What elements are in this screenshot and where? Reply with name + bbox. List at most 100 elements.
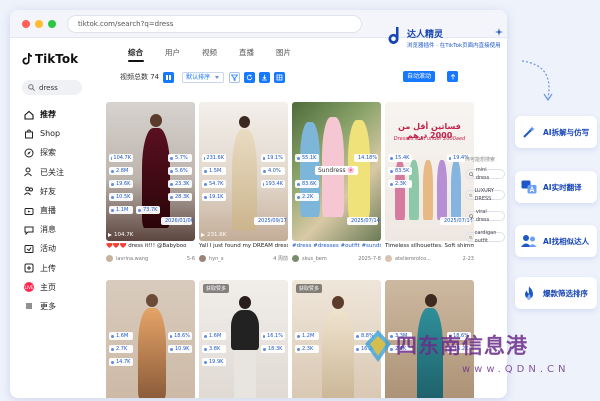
view-count: 104.7K — [108, 232, 133, 238]
refresh-button[interactable] — [244, 71, 256, 83]
feature-ai-similar[interactable]: AI找相似达人 — [515, 225, 597, 257]
filter-button[interactable] — [229, 71, 241, 83]
sidebar-item-upload[interactable]: 上传 — [24, 259, 90, 278]
search-input[interactable]: dress — [22, 80, 82, 95]
tab-users[interactable]: 用户 — [165, 47, 180, 58]
translate-icon — [521, 179, 537, 195]
stat-badge: 73.7K — [136, 206, 160, 214]
feature-ai-rewrite[interactable]: AI拆解与仿写 — [515, 116, 597, 148]
stat-badge: 1.6M — [109, 332, 133, 340]
stat-badge: 1.1M — [109, 206, 133, 214]
author-name[interactable]: hyn_x — [209, 256, 224, 262]
post-date: 2025-7-8 — [358, 255, 381, 262]
author-name[interactable]: atelierorolco... — [395, 256, 431, 262]
figure-dress — [138, 308, 166, 398]
address-bar[interactable]: tiktok.com/search?q=dress — [67, 15, 362, 33]
stat-badge: 2.3K — [295, 345, 319, 353]
stat-badge: 5.6% — [168, 167, 192, 175]
sort-select[interactable]: 默认排序 — [182, 71, 225, 83]
download-button[interactable] — [259, 71, 271, 83]
sidebar-item-messages[interactable]: 消息 — [24, 220, 90, 239]
video-caption[interactable]: Yall I just found my DREAM dress 🥺 — [199, 243, 288, 249]
watermark-url: www.QDN.CN — [462, 364, 570, 375]
figure-dress — [437, 160, 447, 220]
video-thumbnail[interactable]: فساتين أقل من 2000 درهم Dresses that und… — [385, 102, 474, 241]
stat-badge: 10.5K — [109, 193, 133, 201]
sidebar-item-live[interactable]: 直播 — [24, 201, 90, 220]
figure-dress — [423, 160, 433, 220]
tab-live[interactable]: 直播 — [239, 47, 254, 58]
stat-badge: 19.1% — [261, 154, 285, 162]
search-value: dress — [39, 83, 58, 92]
watermark-logo-icon — [365, 330, 391, 362]
stat-badge: 18.3K — [261, 345, 285, 353]
friends-icon — [24, 186, 34, 196]
figure-head — [332, 296, 344, 309]
stat-badge: 16.1% — [261, 332, 285, 340]
tab-all[interactable]: 综合 — [128, 47, 143, 58]
home-icon — [24, 110, 34, 120]
close-window-dot[interactable] — [22, 20, 30, 28]
sidebar-item-explore[interactable]: 探索 — [24, 143, 90, 162]
stat-badge: 4.0% — [261, 167, 285, 175]
stat-badge: 2026/01/06 — [161, 217, 194, 225]
sidebar: TikTok dress 推荐 Shop 探索 已关注 好友 直播 消息 活动 … — [10, 38, 90, 398]
video-thumbnail[interactable]: 55.1K 14.18% 83.6K 2.2K 2025/07/14 Sundr… — [292, 102, 381, 241]
author-name[interactable]: lavrina.wang — [116, 256, 148, 262]
plugin-toolbar: 视频总数 74 默认排序 自动滚动 — [106, 68, 462, 86]
video-meta: atelierorolco... 2-23 — [385, 255, 474, 262]
video-caption[interactable]: Timeless silhouettes. Soft shimmer. E... — [385, 243, 474, 249]
related-search-item[interactable]: LUXURY DRESS — [465, 188, 505, 202]
scroll-top-button[interactable] — [447, 71, 458, 82]
related-search-item[interactable]: viral dress — [465, 209, 505, 223]
figure-outfit — [231, 310, 259, 350]
export-button[interactable] — [274, 71, 286, 83]
stat-badge: 23.3K — [168, 180, 192, 188]
play-icon — [108, 233, 112, 237]
stat-badge: 231.6K — [202, 154, 226, 162]
sidebar-item-activity[interactable]: 活动 — [24, 239, 90, 258]
stat-badge: 19.1K — [202, 193, 226, 201]
filter-toggle-button[interactable] — [163, 71, 175, 83]
sidebar-item-friends[interactable]: 好友 — [24, 182, 90, 201]
tiktok-logo[interactable]: TikTok — [22, 52, 78, 66]
stat-badge: 83.5K — [388, 167, 412, 175]
avatar[interactable] — [385, 255, 392, 262]
tab-videos[interactable]: 视频 — [202, 47, 217, 58]
sidebar-item-following[interactable]: 已关注 — [24, 163, 90, 182]
stat-badge: 55.1K — [295, 154, 319, 162]
avatar[interactable] — [199, 255, 206, 262]
stat-badge: 5.7% — [168, 154, 192, 162]
post-date: 5-6 — [186, 255, 195, 262]
minimize-window-dot[interactable] — [35, 20, 43, 28]
site-watermark: 四东南信息港 www.QDN.CN — [360, 328, 595, 398]
sidebar-item-shop[interactable]: Shop — [24, 124, 90, 143]
avatar[interactable] — [106, 255, 113, 262]
auto-scroll-button[interactable]: 自动滚动 — [402, 71, 435, 82]
video-thumbnail[interactable]: 获取赞多 1.6M 16.1% 3.8K 18.3K 19.9K — [199, 280, 288, 398]
table-icon — [276, 74, 283, 80]
sidebar-item-more[interactable]: 更多 — [24, 297, 90, 316]
similar-users-icon — [521, 233, 537, 249]
sidebar-item-profile[interactable]: LIVE 主页 — [24, 278, 90, 297]
sidebar-item-recommend[interactable]: 推荐 — [24, 105, 90, 124]
related-search-item[interactable]: cardigan outfit — [465, 230, 505, 244]
search-tabs: 综合 用户 视频 直播 图片 — [128, 47, 291, 58]
related-search-item[interactable]: mini dress — [465, 167, 505, 181]
tab-images[interactable]: 图片 — [276, 47, 291, 58]
video-caption[interactable]: ❤️❤️❤️ dress it!!! @Babyboo — [106, 243, 195, 249]
message-icon — [24, 225, 34, 235]
video-thumbnail[interactable]: 1.6M 18.6% 2.7K 10.9K 14.7K — [106, 280, 195, 398]
live-tv-icon — [24, 206, 34, 216]
figure-head — [425, 294, 437, 307]
feature-hot-sort[interactable]: 爆款筛选排序 — [515, 277, 597, 309]
author-name[interactable]: skus_bem — [302, 256, 327, 262]
feature-ai-translate[interactable]: AI实时翻译 — [515, 171, 597, 203]
maximize-window-dot[interactable] — [48, 20, 56, 28]
video-caption[interactable]: #dress #dresses #outfit #sundress — [292, 243, 381, 249]
stat-badge: 1.2M — [295, 332, 319, 340]
video-thumbnail[interactable]: 104.7K 5.7% 2.8M 5.6% 19.6K 23.3K 10.5K … — [106, 102, 195, 241]
top-liked-tag: 获取赞多 — [203, 284, 230, 293]
video-thumbnail[interactable]: 231.6K 19.1% 1.5M 4.0% 54.7K 193.4K 19.1… — [199, 102, 288, 241]
avatar[interactable] — [292, 255, 299, 262]
